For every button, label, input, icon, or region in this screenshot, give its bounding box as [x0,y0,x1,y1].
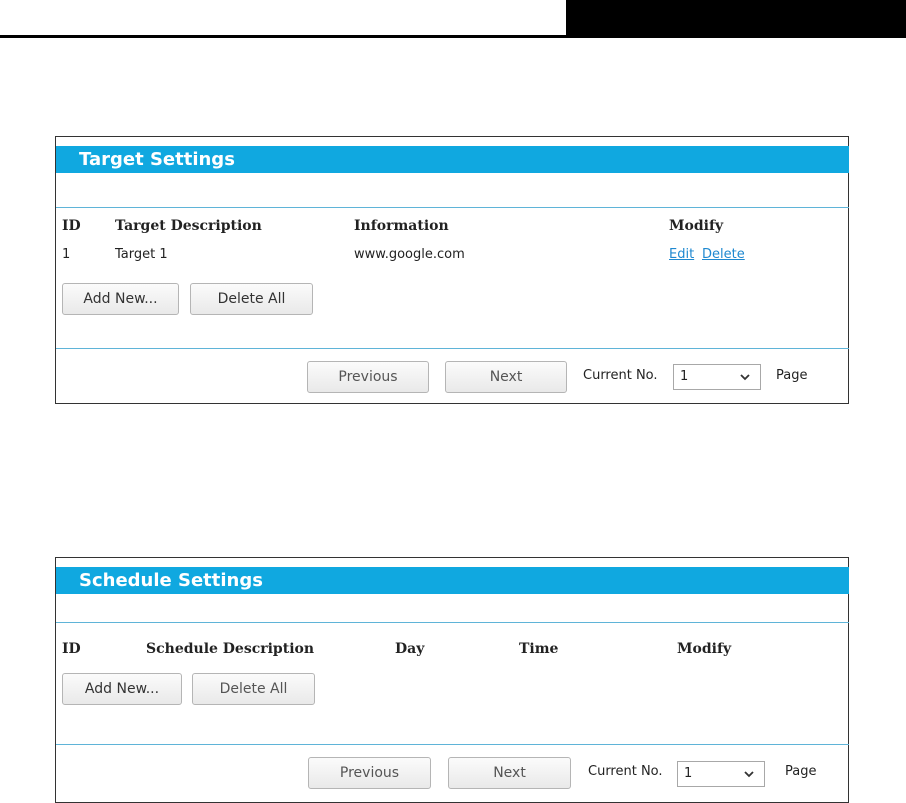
target-bottom-separator [56,348,849,349]
target-page-select-value: 1 [680,369,689,384]
schedule-col-modify: Modify [677,641,732,657]
target-edit-link[interactable]: Edit [669,247,694,262]
schedule-add-new-button[interactable]: Add New... [62,673,182,705]
schedule-previous-button[interactable]: Previous [308,757,431,789]
target-col-information: Information [354,218,449,234]
target-delete-all-button[interactable]: Delete All [190,283,313,315]
schedule-delete-all-button[interactable]: Delete All [192,673,315,705]
target-col-description: Target Description [115,218,262,234]
schedule-bottom-separator [56,744,849,745]
schedule-settings-panel: Schedule Settings ID Schedule Descriptio… [55,557,849,803]
target-col-modify: Modify [669,218,724,234]
target-current-no-label: Current No. [583,368,658,383]
schedule-settings-title: Schedule Settings [56,567,849,594]
schedule-current-no-label: Current No. [588,764,663,779]
target-page-select[interactable]: 1 [673,364,761,390]
schedule-top-separator [56,622,849,623]
target-settings-panel: Target Settings ID Target Description In… [55,136,849,404]
target-add-new-button[interactable]: Add New... [62,283,179,315]
target-previous-button[interactable]: Previous [307,361,429,393]
target-settings-title: Target Settings [56,146,849,173]
chevron-down-icon [740,374,750,381]
target-next-button[interactable]: Next [445,361,567,393]
target-delete-link[interactable]: Delete [702,247,745,262]
page-header [0,0,906,40]
target-row-id: 1 [62,247,71,262]
schedule-col-id: ID [62,641,81,657]
schedule-col-description: Schedule Description [146,641,315,657]
schedule-col-day: Day [395,641,425,657]
schedule-next-button[interactable]: Next [448,757,571,789]
schedule-page-select[interactable]: 1 [677,761,765,787]
target-top-separator [56,207,849,208]
schedule-col-time: Time [519,641,559,657]
target-page-label: Page [776,368,808,383]
schedule-page-select-value: 1 [684,766,693,781]
chevron-down-icon [744,771,754,778]
header-black-tab [566,0,906,38]
target-row-description: Target 1 [115,247,168,262]
target-col-id: ID [62,218,81,234]
target-row-information: www.google.com [354,247,465,262]
schedule-page-label: Page [785,764,817,779]
